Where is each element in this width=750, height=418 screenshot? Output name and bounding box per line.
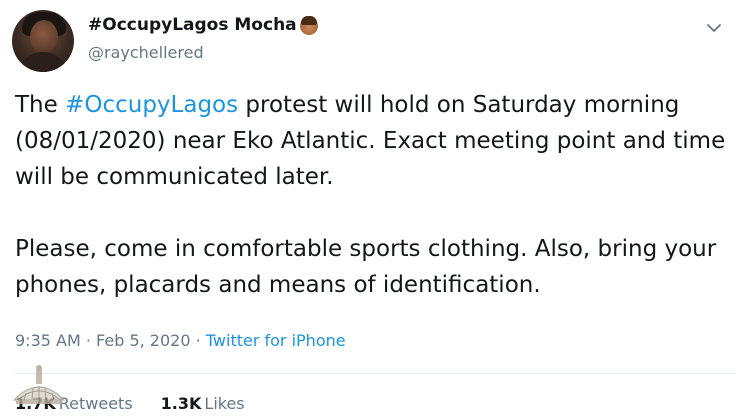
tweet-meta: 9:35 AM · Feb 5, 2020 · Twitter for iPho… xyxy=(15,331,346,350)
hashtag-link[interactable]: #OccupyLagos xyxy=(65,92,238,118)
likes-count: 1.3K xyxy=(160,394,202,413)
likes-label: Likes xyxy=(204,394,245,413)
chevron-down-icon[interactable] xyxy=(704,18,724,38)
meta-separator: · xyxy=(80,331,97,350)
display-name-text: #OccupyLagos Mocha xyxy=(88,15,297,35)
tweet-text-lead: The xyxy=(15,92,66,118)
woman-emoji-icon xyxy=(299,16,318,35)
avatar[interactable] xyxy=(12,10,74,72)
user-handle[interactable]: @raychellered xyxy=(88,43,204,62)
tweet-date[interactable]: Feb 5, 2020 xyxy=(96,331,190,350)
tweet-paragraph-2: Please, come in comfortable sports cloth… xyxy=(15,236,717,298)
likes-stat[interactable]: 1.3K Likes xyxy=(161,394,245,413)
meta-separator: · xyxy=(190,331,206,350)
display-name[interactable]: #OccupyLagos Mocha xyxy=(88,15,318,35)
avatar-face xyxy=(30,20,58,54)
tweet-paragraph-1: The #OccupyLagos protest will hold on Sa… xyxy=(15,87,740,195)
tweet-source-link[interactable]: Twitter for iPhone xyxy=(206,331,346,350)
tweet-time[interactable]: 9:35 AM xyxy=(15,331,81,350)
divider xyxy=(15,373,735,374)
crown-watermark-icon xyxy=(6,360,72,414)
avatar-shoulders xyxy=(18,52,68,72)
tweet-text: The #OccupyLagos protest will hold on Sa… xyxy=(15,87,740,303)
tweet-card: #OccupyLagos Mocha @raychellered The #Oc… xyxy=(0,0,750,418)
